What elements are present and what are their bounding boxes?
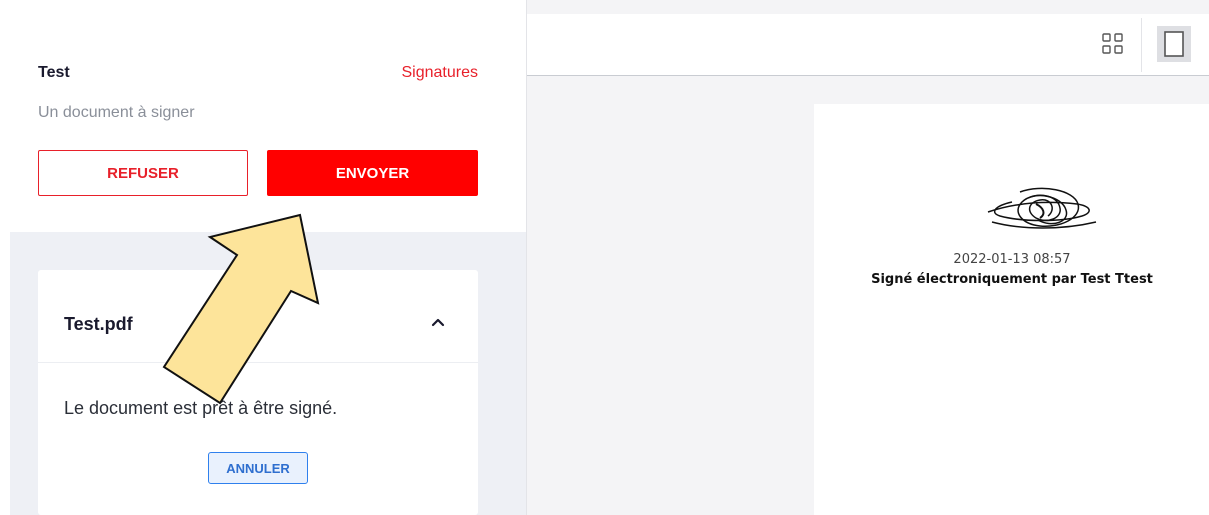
- ready-status-message: Le document est prêt à être signé.: [64, 398, 338, 418]
- viewer-toolbar: [527, 14, 1209, 76]
- card-divider: [38, 362, 478, 363]
- document-viewer: 2022-01-13 08:57 Signé électroniquement …: [526, 0, 1209, 515]
- document-subtitle: Un document à signer: [38, 104, 195, 121]
- file-name: Test.pdf: [64, 314, 133, 334]
- chevron-up-icon[interactable]: [428, 312, 448, 332]
- signature-caption: Signé électroniquement par Test Ttest: [871, 272, 1153, 287]
- signatures-link[interactable]: Signatures: [402, 64, 479, 82]
- document-title: Test: [38, 64, 70, 81]
- pdf-page: 2022-01-13 08:57 Signé électroniquement …: [814, 104, 1209, 515]
- refuse-button[interactable]: REFUSER: [38, 150, 248, 196]
- signature-timestamp: 2022-01-13 08:57: [953, 252, 1071, 267]
- file-card: Test.pdf Le document est prêt à être sig…: [38, 270, 478, 515]
- single-page-view-icon[interactable]: [1157, 26, 1191, 62]
- grid-view-icon[interactable]: [1093, 24, 1133, 64]
- cancel-button[interactable]: ANNULER: [208, 452, 308, 484]
- document-header: Test Signatures Un document à signer REF…: [0, 0, 526, 232]
- send-button[interactable]: ENVOYER: [267, 150, 478, 196]
- toolbar-separator: [1141, 18, 1142, 72]
- signature-image: [987, 187, 1097, 229]
- document-sidebar: Test Signatures Un document à signer REF…: [0, 0, 526, 515]
